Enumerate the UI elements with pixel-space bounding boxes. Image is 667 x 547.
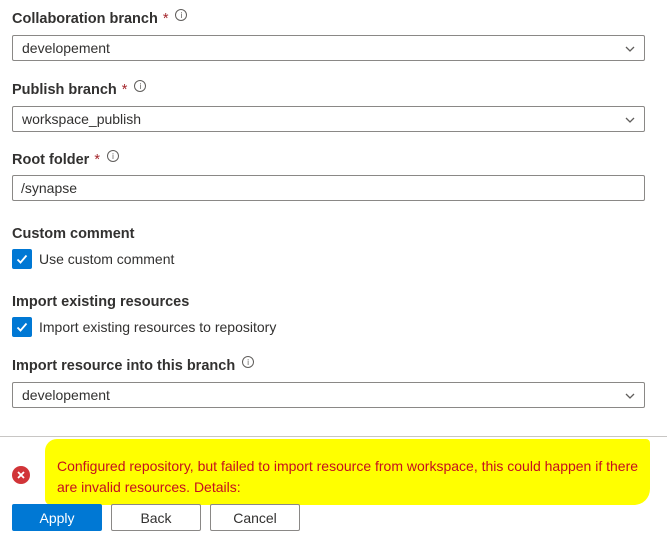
custom-comment-checkbox-row[interactable]: Use custom comment	[12, 249, 174, 269]
publish-branch-value: workspace_publish	[22, 111, 142, 127]
checkmark-icon	[16, 254, 28, 264]
import-branch-label-text: Import resource into this branch	[12, 358, 236, 374]
collaboration-branch-value: developement	[22, 40, 110, 56]
info-icon[interactable]: i	[242, 356, 255, 368]
footer-divider	[0, 436, 667, 437]
chevron-down-icon	[625, 117, 635, 123]
checkmark-icon	[16, 322, 28, 332]
collaboration-branch-label: Collaboration branch * i	[12, 9, 188, 27]
collaboration-branch-dropdown[interactable]: developement	[12, 35, 645, 61]
apply-button[interactable]: Apply	[12, 504, 102, 531]
chevron-down-icon	[625, 393, 635, 399]
required-mark: *	[121, 82, 128, 98]
error-message: Configured repository, but failed to imp…	[57, 458, 639, 495]
import-branch-value: developement	[22, 387, 110, 403]
info-icon[interactable]: i	[175, 9, 188, 21]
import-branch-label: Import resource into this branch i	[12, 356, 255, 374]
root-folder-input[interactable]: /synapse	[12, 175, 645, 201]
info-icon[interactable]: i	[106, 150, 119, 162]
custom-comment-checkbox-label[interactable]: Use custom comment	[39, 251, 174, 267]
custom-comment-title: Custom comment	[12, 226, 135, 242]
import-existing-checkbox-row[interactable]: Import existing resources to repository	[12, 317, 276, 337]
chevron-down-icon	[625, 46, 635, 52]
root-folder-label: Root folder * i	[12, 150, 119, 168]
required-mark: *	[94, 152, 100, 168]
import-existing-checkbox-label[interactable]: Import existing resources to repository	[39, 319, 276, 335]
root-folder-value: /synapse	[21, 180, 78, 196]
import-existing-title: Import existing resources	[12, 294, 190, 310]
error-circle-icon	[12, 466, 30, 484]
publish-branch-label-text: Publish branch	[12, 82, 117, 98]
custom-comment-checkbox[interactable]	[12, 249, 32, 269]
back-button[interactable]: Back	[111, 504, 201, 531]
info-icon[interactable]: i	[134, 80, 147, 92]
root-folder-label-text: Root folder	[12, 152, 90, 168]
import-existing-checkbox[interactable]	[12, 317, 32, 337]
publish-branch-label: Publish branch * i	[12, 80, 147, 98]
cancel-button[interactable]: Cancel	[210, 504, 300, 531]
import-branch-dropdown[interactable]: developement	[12, 382, 645, 408]
close-glyph	[17, 471, 25, 479]
publish-branch-dropdown[interactable]: workspace_publish	[12, 106, 645, 132]
collaboration-branch-label-text: Collaboration branch	[12, 11, 158, 27]
required-mark: *	[162, 11, 169, 27]
